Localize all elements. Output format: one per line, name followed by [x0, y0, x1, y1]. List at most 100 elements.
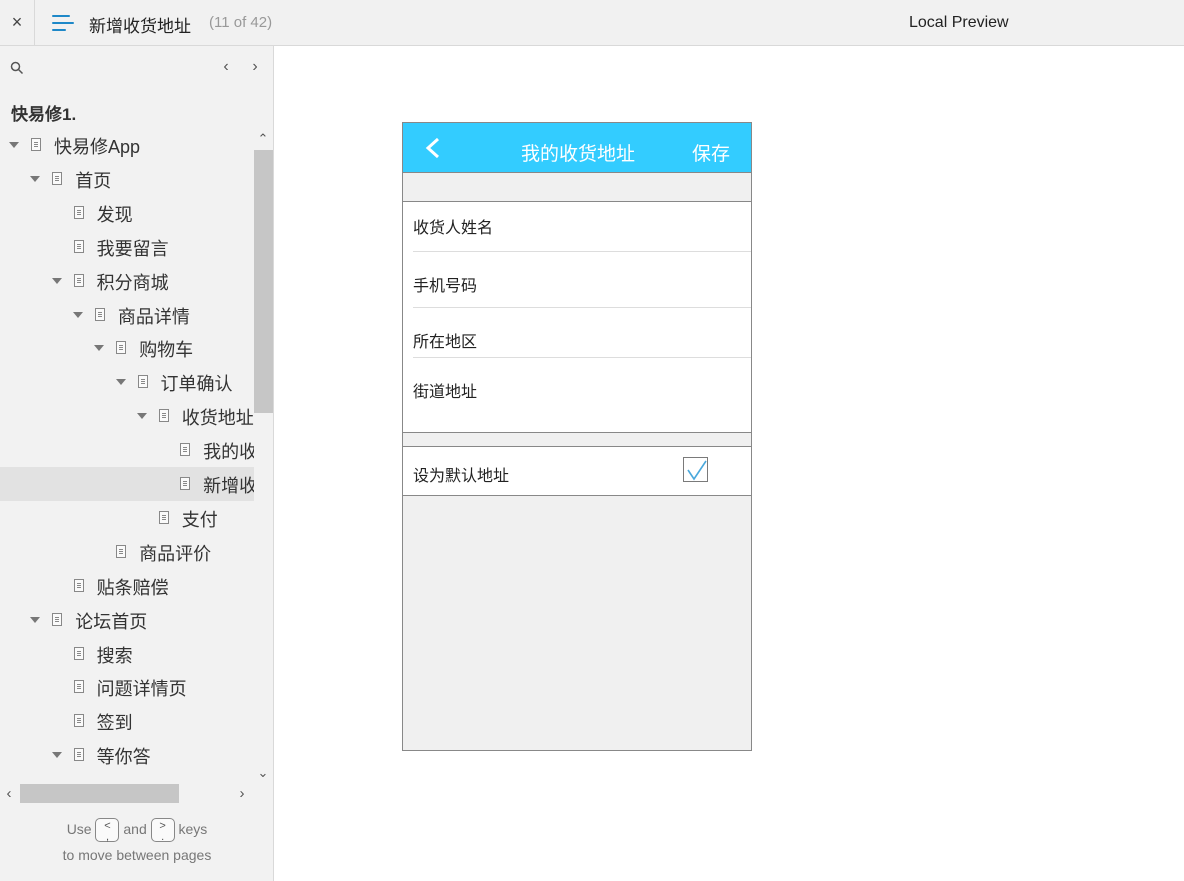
tree-item-label: 支付: [181, 509, 218, 530]
page-icon: [52, 171, 63, 185]
phone-header: 我的收货地址 保存: [403, 123, 751, 173]
tree-item-label: 搜索: [96, 645, 133, 666]
tree-item[interactable]: 订单确认: [0, 365, 254, 399]
tree-item-label: 收货地址: [181, 408, 254, 429]
next-key-icon: > .: [150, 818, 175, 843]
page-icon: [73, 714, 84, 728]
phone-preview: 我的收货地址 保存 收货人姓名 手机号码 所在地区 街道地址 设为默认地址: [402, 122, 752, 751]
vertical-scroll-thumb[interactable]: [254, 150, 273, 413]
phone-field[interactable]: 手机号码: [413, 252, 751, 308]
scroll-down-icon[interactable]: ⌄: [256, 766, 270, 780]
tree-item[interactable]: 首页: [0, 162, 254, 196]
next-page-icon[interactable]: ›: [247, 58, 263, 76]
page-title: 新增收货地址: [89, 17, 191, 36]
tree-item-label: 订单确认: [160, 374, 233, 395]
street-field[interactable]: 街道地址: [413, 358, 751, 434]
hint-use: Use: [66, 821, 92, 837]
page-icon: [94, 307, 105, 321]
tree-item[interactable]: 商品详情: [0, 298, 254, 332]
tree-item[interactable]: 收货地址: [0, 399, 254, 433]
keyboard-hint: Use < , and > . keys to move between pag…: [0, 816, 273, 868]
project-name: 快易修1.: [11, 105, 77, 124]
prev-page-icon[interactable]: ‹: [218, 58, 234, 76]
phone-title: 我的收货地址: [521, 144, 636, 165]
tree-item[interactable]: 新增收: [0, 467, 254, 501]
tree-item[interactable]: 回答: [0, 772, 254, 776]
horizontal-scroll-thumb[interactable]: [20, 784, 179, 803]
page-icon: [73, 205, 84, 219]
scroll-left-icon[interactable]: ‹: [2, 785, 16, 802]
tree-item-label: 我的收: [203, 442, 254, 463]
page-icon: [180, 443, 191, 457]
tree-item[interactable]: 发现: [0, 196, 254, 230]
sidebar: ‹ › 快易修1. 快易修App 首页发现我要留言积分商城商品详情购物车订单确认收…: [0, 46, 274, 881]
expand-toggle-icon[interactable]: [51, 277, 62, 284]
expand-toggle-icon[interactable]: [94, 345, 105, 352]
page-icon: [73, 748, 84, 762]
hint-keys: keys: [178, 821, 208, 837]
name-field[interactable]: 收货人姓名: [413, 202, 751, 252]
tree-item[interactable]: 我要留言: [0, 230, 254, 264]
hint-and: and: [123, 821, 147, 837]
tree-item-label: 我要留言: [96, 238, 169, 259]
tree-item-label: 首页: [75, 170, 112, 191]
page-icon: [180, 477, 191, 490]
scroll-up-icon[interactable]: ⌃: [256, 132, 270, 146]
tree-item[interactable]: 商品评价: [0, 535, 254, 569]
expand-toggle-icon[interactable]: [51, 752, 62, 759]
expand-toggle-icon[interactable]: [136, 413, 147, 420]
check-icon: [687, 460, 707, 481]
page-icon: [73, 578, 84, 592]
page-icon: [137, 375, 148, 389]
page-icon: [73, 239, 84, 253]
back-arrow-icon[interactable]: [423, 137, 443, 159]
close-button[interactable]: ×: [0, 0, 35, 45]
prev-key-icon: < ,: [95, 818, 120, 843]
page-icon: [73, 680, 84, 694]
tree-item[interactable]: 等你答: [0, 738, 254, 772]
expand-toggle-icon[interactable]: [115, 379, 126, 386]
tree-item[interactable]: 贴条赔偿: [0, 569, 254, 603]
page-count: (11 of 42): [209, 14, 273, 31]
region-field[interactable]: 所在地区: [413, 308, 751, 358]
scroll-right-icon[interactable]: ›: [235, 785, 249, 802]
tree-item-label: 等你答: [96, 747, 151, 768]
tree-item-label: 论坛首页: [75, 611, 148, 632]
expand-toggle-icon[interactable]: [72, 311, 83, 318]
expand-toggle-icon[interactable]: [9, 142, 19, 148]
page-icon: [116, 544, 127, 558]
page-icon: [52, 612, 63, 626]
top-bar: × 新增收货地址 (11 of 42) Local Preview: [0, 0, 1184, 46]
tree-item[interactable]: 我的收: [0, 433, 254, 467]
page-icon: [158, 409, 169, 423]
page-icon: [73, 273, 84, 287]
tree-item-label: 商品评价: [139, 543, 212, 564]
tree-item-label: 新增收: [203, 476, 254, 496]
default-address-row: 设为默认地址: [403, 446, 751, 496]
tree-item[interactable]: 问题详情页: [0, 670, 254, 704]
tree-item-label: 购物车: [139, 340, 194, 361]
search-icon[interactable]: [10, 61, 24, 75]
tree-item-label: 商品详情: [117, 306, 190, 327]
default-address-checkbox[interactable]: [683, 457, 708, 482]
region-field-label: 所在地区: [413, 334, 478, 351]
menu-icon[interactable]: [52, 13, 74, 33]
tree-item-label: 发现: [96, 204, 133, 225]
tree-item[interactable]: 支付: [0, 501, 254, 535]
name-field-label: 收货人姓名: [413, 220, 494, 237]
page-icon: [158, 510, 169, 524]
save-button[interactable]: 保存: [692, 139, 730, 166]
tree-item-label: 问题详情页: [96, 679, 187, 700]
tree-item-label: 积分商城: [96, 272, 169, 293]
local-preview-label: Local Preview: [909, 14, 1009, 31]
tree-item[interactable]: 签到: [0, 704, 254, 738]
expand-toggle-icon[interactable]: [30, 616, 41, 623]
tree-item[interactable]: 搜索: [0, 637, 254, 671]
tree-item[interactable]: 快易修App: [0, 128, 254, 162]
page-icon: [31, 138, 41, 151]
tree-item[interactable]: 积分商城: [0, 264, 254, 298]
hint-line2: to move between pages: [62, 847, 212, 864]
tree-item[interactable]: 购物车: [0, 331, 254, 365]
expand-toggle-icon[interactable]: [30, 175, 41, 182]
tree-item[interactable]: 论坛首页: [0, 603, 254, 637]
